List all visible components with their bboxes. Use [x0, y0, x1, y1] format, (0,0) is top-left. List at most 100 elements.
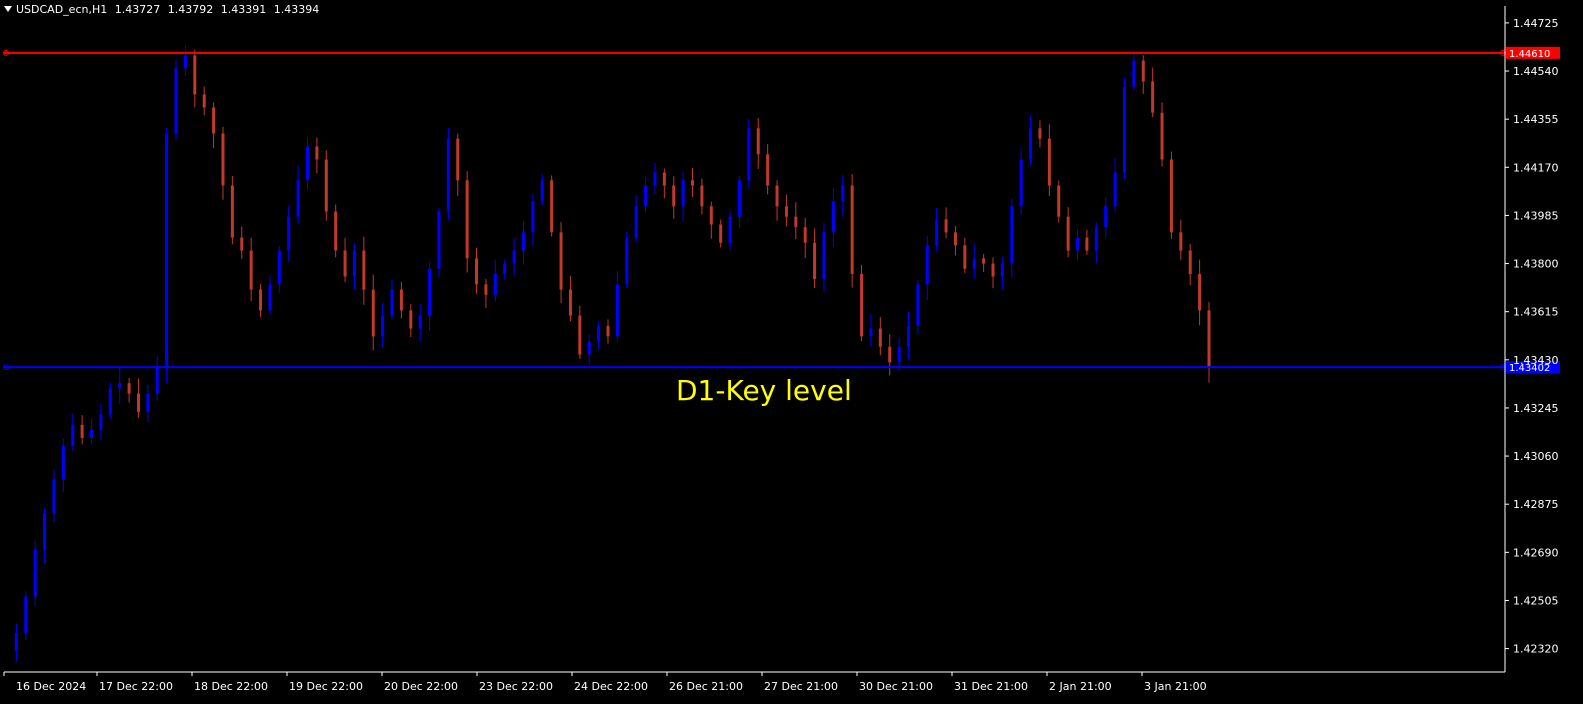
candle-body [240, 237, 244, 251]
candle-body [1169, 159, 1173, 233]
candle-body [1019, 159, 1023, 207]
candle-body [136, 393, 140, 412]
candle-body [371, 289, 375, 337]
candle-body [1076, 237, 1080, 251]
candle-body [362, 250, 366, 290]
candles-layer [14, 45, 1211, 662]
x-tick-label: 27 Dec 21:00 [764, 680, 838, 693]
candle-body [437, 211, 441, 269]
candle-body [615, 284, 619, 337]
candle-body [24, 596, 28, 633]
candle-body [503, 263, 507, 274]
candle-body [644, 185, 648, 207]
levels-layer: 1.446101.43402D1-Key level [3, 46, 1560, 407]
candle-body [916, 284, 920, 326]
candle-body [888, 346, 892, 363]
candle-body [813, 242, 817, 280]
candle-body [1207, 310, 1211, 368]
candle-body [841, 185, 845, 202]
candle-body [653, 172, 657, 186]
candle-body [465, 180, 469, 259]
candle-body [982, 258, 986, 264]
candle-body [672, 185, 676, 207]
candle-body [90, 430, 94, 438]
candle-body [1104, 206, 1108, 228]
candle-body [277, 250, 281, 285]
candle-body [860, 273, 864, 337]
candle-body [1029, 128, 1033, 160]
chart: USDCAD_ecn,H1 1.43727 1.43792 1.43391 1.… [0, 0, 1583, 704]
price-chart-svg[interactable]: 1.446101.43402D1-Key level 1.44725 1.4454… [0, 0, 1583, 704]
candle-body [719, 224, 723, 243]
y-tick-label: 1.43245 [1513, 402, 1559, 415]
candle-body [550, 180, 554, 233]
candle-body [794, 216, 798, 228]
candle-body [831, 201, 835, 233]
candle-body [1141, 60, 1145, 82]
candle-body [728, 216, 732, 243]
key-level-annotation: D1-Key level [676, 374, 852, 407]
candle-body [578, 315, 582, 355]
candle-body [174, 68, 178, 134]
candle-body [709, 206, 713, 225]
candle-body [1179, 232, 1183, 251]
candle-body [897, 346, 901, 363]
x-tick-label: 3 Jan 21:00 [1144, 680, 1207, 693]
candle-body [306, 146, 309, 181]
axis-layer: 1.44725 1.44540 1.44355 1.44170 1.43985 1.438… [3, 6, 1559, 693]
candle-body [1122, 86, 1126, 173]
candle-body [662, 172, 666, 186]
candle-body [587, 341, 591, 355]
candle-body [1038, 128, 1042, 139]
x-tick-label: 23 Dec 22:00 [479, 680, 553, 693]
y-tick-label: 1.43615 [1513, 306, 1559, 319]
candle-body [343, 250, 347, 277]
x-tick-label: 18 Dec 22:00 [194, 680, 268, 693]
candle-body [568, 289, 572, 316]
candle-body [71, 424, 75, 446]
candle-body [775, 185, 779, 207]
y-tick-label: 1.43430 [1513, 354, 1559, 367]
candle-body [850, 185, 854, 274]
y-tick-label: 1.43800 [1513, 258, 1559, 271]
x-tick-label: 2 Jan 21:00 [1049, 680, 1112, 693]
candle-body [399, 289, 403, 311]
candle-body [259, 289, 263, 311]
candle-body [700, 185, 704, 207]
candle-body [1047, 138, 1051, 186]
candle-body [324, 159, 328, 212]
candle-body [756, 128, 760, 155]
candle-body [972, 258, 976, 269]
candle-body [428, 268, 432, 316]
candle-body [127, 383, 131, 394]
y-tick-label: 1.42320 [1513, 643, 1559, 656]
candle-body [1000, 263, 1004, 277]
x-tick-label: 26 Dec 21:00 [669, 680, 743, 693]
candle-body [1066, 216, 1070, 251]
candle-body [512, 250, 516, 264]
y-tick-label: 1.42690 [1513, 546, 1559, 559]
candle-body [1094, 227, 1098, 251]
candle-body [390, 289, 394, 316]
candle-body [268, 284, 272, 311]
candle-body [334, 211, 338, 251]
candle-body [446, 138, 450, 212]
candle-body [953, 232, 957, 246]
candle-body [484, 284, 488, 295]
candle-body [1113, 172, 1117, 207]
candle-body [1010, 206, 1014, 264]
candle-body [99, 414, 103, 431]
x-tick-label: 24 Dec 22:00 [574, 680, 648, 693]
candle-body [1160, 112, 1164, 160]
candle-body [230, 185, 234, 238]
candle-body [991, 263, 995, 277]
x-tick-label: 20 Dec 22:00 [384, 680, 458, 693]
x-tick-label: 16 Dec 2024 [16, 680, 86, 693]
candle-body [409, 310, 413, 329]
x-tick-label: 30 Dec 21:00 [859, 680, 933, 693]
candle-body [625, 237, 629, 285]
y-tick-label: 1.42505 [1513, 594, 1559, 607]
candle-body [296, 180, 300, 217]
candle-body [456, 138, 460, 181]
candle-body [597, 325, 601, 342]
